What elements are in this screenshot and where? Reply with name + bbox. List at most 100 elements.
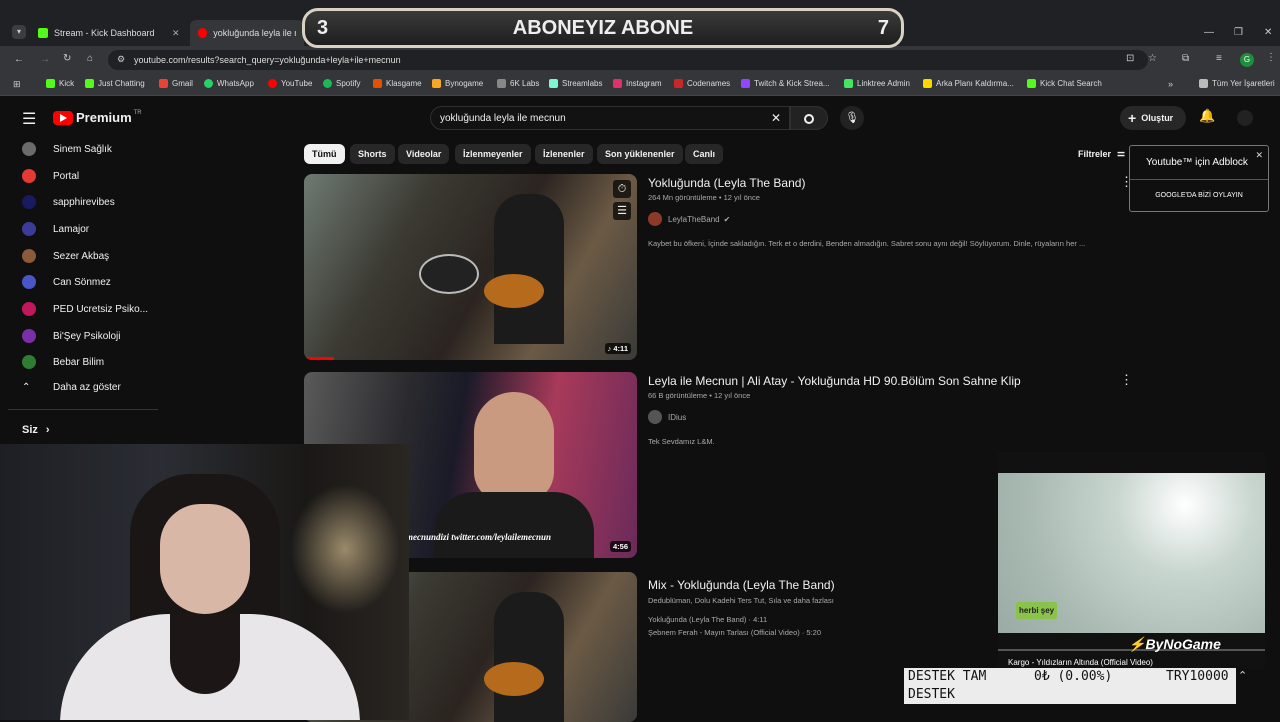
media-icon[interactable]: ≡ bbox=[1216, 53, 1222, 64]
video-duration: ♪ 4:11 bbox=[604, 343, 631, 354]
bookmark-gmail[interactable]: Gmail bbox=[159, 79, 193, 88]
channel-link[interactable]: LeylaTheBand ✔ bbox=[648, 212, 730, 226]
channel-avatar bbox=[648, 410, 662, 424]
bookmark-streamlabs[interactable]: Streamlabs bbox=[549, 79, 602, 88]
sidebar-item-sinem-saglik[interactable]: Sinem Sağlık bbox=[22, 142, 112, 156]
sidebar-item-bebar-bilim[interactable]: Bebar Bilim bbox=[22, 355, 104, 369]
close-icon[interactable]: ✕ bbox=[1255, 150, 1263, 161]
more-actions-icon[interactable]: ⋮ bbox=[1120, 372, 1133, 388]
leather-jacket-shape bbox=[434, 492, 594, 558]
notifications-bell-icon[interactable]: 🔔 bbox=[1199, 108, 1215, 124]
vote-button[interactable]: GOOGLE'DA BİZİ OYLAYIN bbox=[1130, 192, 1268, 199]
close-icon[interactable]: ✕ bbox=[172, 28, 180, 39]
maximize-icon[interactable]: ❐ bbox=[1234, 27, 1243, 38]
filters-button[interactable]: Filtreler ⚌ bbox=[1078, 148, 1125, 159]
video-title[interactable]: Leyla ile Mecnun | Ali Atay - Yokluğunda… bbox=[648, 374, 1021, 388]
video-title[interactable]: Mix - Yokluğunda (Leyla The Band) bbox=[648, 578, 835, 592]
chevron-up-icon[interactable]: ⌃ bbox=[1238, 669, 1247, 682]
youtube-logo[interactable]: Premium TR bbox=[53, 110, 142, 125]
bookmarks-bar: ⊞ Kick Just Chatting Gmail WhatsApp YouT… bbox=[0, 74, 1280, 96]
bookmark-6k-labs[interactable]: 6K Labs bbox=[497, 79, 539, 88]
guitarist-figure bbox=[494, 592, 564, 722]
search-input[interactable]: yokluğunda leyla ile mecnun bbox=[440, 113, 566, 124]
sidebar-item-bisey-psikoloji[interactable]: Bi'Şey Psikoloji bbox=[22, 329, 121, 343]
channel-avatar bbox=[22, 355, 36, 369]
search-button[interactable] bbox=[790, 106, 828, 130]
bookmark-codenames[interactable]: Codenames bbox=[674, 79, 730, 88]
bookmark-instagram[interactable]: Instagram bbox=[613, 79, 662, 88]
verified-icon: ✔ bbox=[723, 214, 731, 224]
bookmark-twitch-kick[interactable]: Twitch & Kick Strea... bbox=[741, 79, 830, 88]
forward-icon[interactable]: → bbox=[40, 54, 50, 65]
url-field[interactable]: ⚙ youtube.com/results?search_query=yoklu… bbox=[108, 50, 1148, 70]
sidebar-item-portal[interactable]: Portal bbox=[22, 169, 79, 183]
webcam-overlay bbox=[0, 444, 409, 720]
bookmark-just-chatting[interactable]: Just Chatting bbox=[85, 79, 145, 88]
video-thumbnail[interactable]: ⏱ ☰ ♪ 4:11 bbox=[304, 174, 637, 360]
sidebar-item-ped-psikoloji[interactable]: PED Ucretsiz Psiko... bbox=[22, 302, 148, 316]
kick-icon bbox=[38, 28, 48, 38]
account-avatar[interactable] bbox=[1237, 110, 1253, 126]
home-icon[interactable]: ⌂ bbox=[87, 53, 93, 64]
bookmark-kick[interactable]: Kick bbox=[46, 79, 74, 88]
show-less-button[interactable]: ⌃ Daha az göster bbox=[22, 382, 121, 393]
adblock-title: Youtube™ için Adblock bbox=[1146, 157, 1248, 168]
minimize-icon[interactable]: — bbox=[1204, 27, 1214, 38]
hamburger-menu-icon[interactable]: ☰ bbox=[22, 109, 36, 129]
donation-amount: 0₺ (0.00%) bbox=[1034, 669, 1113, 684]
chip-videos[interactable]: Videolar bbox=[398, 144, 450, 164]
channel-avatar bbox=[22, 329, 36, 343]
search-box[interactable]: yokluğunda leyla ile mecnun ✕ bbox=[430, 106, 790, 130]
clear-search-icon[interactable]: ✕ bbox=[771, 111, 781, 125]
overlay-title: ABONEYIZ ABONE bbox=[512, 16, 694, 39]
create-button[interactable]: + Oluştur bbox=[1120, 106, 1186, 130]
tab-kick-dashboard[interactable]: Stream - Kick Dashboard ✕ bbox=[30, 20, 188, 46]
mix-item[interactable]: Şebnem Ferah - Mayın Tarlası (Official V… bbox=[648, 628, 821, 637]
sidebar-divider bbox=[8, 409, 158, 410]
sidebar-item-can-sonmez[interactable]: Can Sönmez bbox=[22, 275, 111, 289]
bookmark-arka-plani[interactable]: Arka Planı Kaldırma... bbox=[923, 79, 1014, 88]
reload-icon[interactable]: ↻ bbox=[63, 53, 71, 64]
mix-item[interactable]: Yokluğunda (Leyla The Band) · 4:11 bbox=[648, 615, 767, 624]
chip-live[interactable]: Canlı bbox=[685, 144, 724, 164]
sidebar-item-sezer-akbas[interactable]: Sezer Akbaş bbox=[22, 249, 109, 263]
sidebar-you-section[interactable]: Siz › bbox=[22, 424, 50, 436]
chip-shorts[interactable]: Shorts bbox=[350, 144, 395, 164]
video-watermark: mecnundizi twitter.com/leylailemecnun bbox=[406, 532, 552, 542]
bookmark-kick-chat-search[interactable]: Kick Chat Search bbox=[1027, 79, 1102, 88]
tab-youtube[interactable]: yokluğunda leyla ile mecnun bbox=[190, 20, 304, 46]
back-icon[interactable]: ← bbox=[14, 54, 24, 65]
plus-icon: + bbox=[1128, 110, 1137, 126]
bookmark-star-icon[interactable]: ☆ bbox=[1148, 53, 1157, 64]
voice-search-button[interactable]: 🎙 bbox=[840, 106, 864, 130]
site-info-icon[interactable]: ⚙ bbox=[117, 54, 125, 65]
bookmark-linktree[interactable]: Linktree Admin bbox=[844, 79, 910, 88]
watch-progress-bar bbox=[304, 357, 334, 360]
chip-watched[interactable]: İzlenenler bbox=[535, 144, 593, 164]
video-title[interactable]: Yokluğunda (Leyla The Band) bbox=[648, 176, 805, 190]
channel-avatar bbox=[22, 195, 36, 209]
bookmark-klasgame[interactable]: Klasgame bbox=[373, 79, 422, 88]
all-bookmarks[interactable]: Tüm Yer İşaretleri bbox=[1199, 79, 1275, 88]
close-window-icon[interactable]: ✕ bbox=[1264, 27, 1272, 38]
apps-icon[interactable]: ⊞ bbox=[13, 79, 21, 90]
sidebar-item-lamajor[interactable]: Lamajor bbox=[22, 222, 89, 236]
sidebar-item-sapphirevibes[interactable]: sapphirevibes bbox=[22, 195, 115, 209]
extensions-icon[interactable]: ⧉ bbox=[1182, 53, 1189, 64]
add-to-queue-icon[interactable]: ☰ bbox=[613, 202, 631, 220]
profile-avatar[interactable]: G bbox=[1240, 53, 1254, 67]
channel-link[interactable]: IDius bbox=[648, 410, 686, 424]
bookmark-spotify[interactable]: Spotify bbox=[323, 79, 360, 88]
channel-avatar bbox=[22, 249, 36, 263]
bookmark-bynogame[interactable]: Bynogame bbox=[432, 79, 483, 88]
chip-all[interactable]: Tümü bbox=[304, 144, 345, 164]
chip-unwatched[interactable]: İzlenmeyenler bbox=[455, 144, 531, 164]
more-bookmarks-icon[interactable]: » bbox=[1168, 79, 1173, 89]
menu-dots-icon[interactable]: ⋮ bbox=[1266, 52, 1276, 63]
watch-later-icon[interactable]: ⏱ bbox=[613, 180, 631, 198]
bookmark-whatsapp[interactable]: WhatsApp bbox=[204, 79, 254, 88]
tab-search-icon[interactable]: ▾ bbox=[12, 25, 26, 39]
bookmark-youtube[interactable]: YouTube bbox=[268, 79, 312, 88]
chip-recently-uploaded[interactable]: Son yüklenenler bbox=[597, 144, 683, 164]
install-icon[interactable]: ⊡ bbox=[1126, 53, 1134, 64]
